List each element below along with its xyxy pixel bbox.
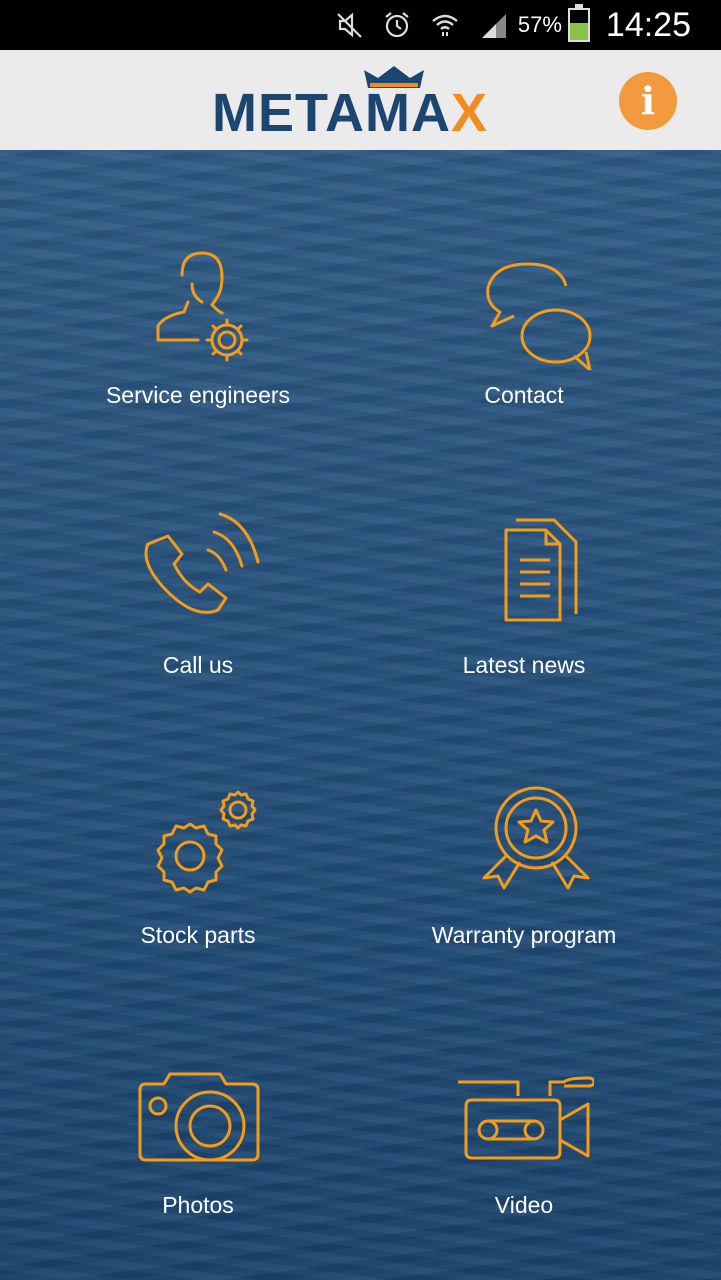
- menu-tile-contact[interactable]: Contact: [344, 150, 704, 420]
- menu-tile-stock-parts[interactable]: Stock parts: [18, 690, 378, 960]
- gears-icon: [128, 780, 268, 910]
- menu-tile-photos[interactable]: Photos: [18, 960, 378, 1230]
- logo-text: METAMAX: [212, 83, 488, 143]
- app-header: METAMAX i: [0, 50, 721, 150]
- menu-label: Service engineers: [105, 382, 291, 408]
- metamax-logo: METAMAX: [212, 66, 488, 143]
- alarm-icon: [380, 8, 414, 42]
- status-bar: 57% 14:25: [0, 0, 721, 50]
- video-camera-icon: [454, 1050, 596, 1180]
- menu-label: Stock parts: [140, 922, 256, 948]
- award-badge-icon: [454, 780, 594, 910]
- menu-label: Contact: [484, 382, 564, 408]
- menu-tile-warranty-program[interactable]: Warranty program: [344, 690, 704, 960]
- mute-icon: [332, 8, 366, 42]
- menu-label: Latest news: [462, 652, 586, 678]
- menu-label: Photos: [162, 1192, 234, 1218]
- wifi-icon: [428, 8, 462, 42]
- signal-icon: [476, 8, 510, 42]
- menu-label: Call us: [162, 652, 234, 678]
- clock: 14:25: [605, 5, 691, 44]
- menu-tile-call-us[interactable]: Call us: [18, 420, 378, 690]
- crown-icon: [364, 66, 424, 88]
- menu-label: Warranty program: [431, 922, 617, 948]
- camera-icon: [128, 1050, 268, 1180]
- engineer-gear-icon: [128, 240, 268, 370]
- menu-tile-service-engineers[interactable]: Service engineers: [18, 150, 378, 420]
- info-button[interactable]: i: [619, 72, 677, 130]
- battery-percent: 57%: [517, 12, 562, 37]
- battery-icon: [567, 4, 590, 42]
- menu-tile-latest-news[interactable]: Latest news: [344, 420, 704, 690]
- chat-bubbles-icon: [454, 240, 594, 372]
- phone-icon: [128, 510, 268, 640]
- document-icon: [454, 510, 594, 640]
- menu-label: Video: [494, 1192, 554, 1218]
- menu-tile-video[interactable]: Video: [344, 960, 704, 1230]
